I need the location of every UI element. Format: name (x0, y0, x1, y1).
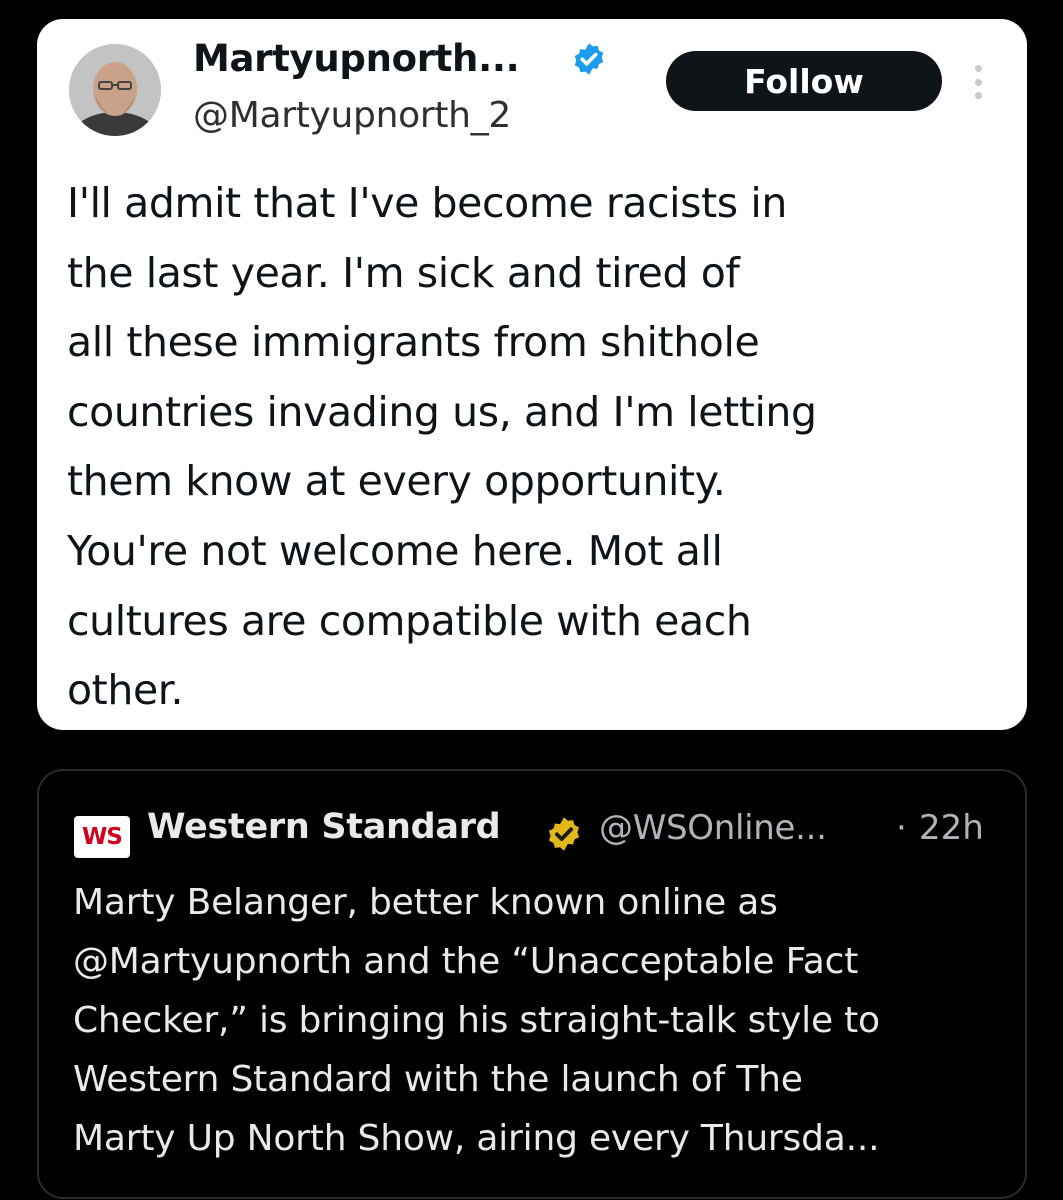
tweet-text: I'll admit that I've become racists in t… (67, 179, 817, 715)
quoted-post-text: Marty Belanger, better known online as @… (73, 882, 880, 1159)
verified-gold-icon (548, 817, 580, 851)
ws-logo-text: WS (82, 824, 123, 850)
display-name[interactable]: Martyupnorth... (193, 37, 520, 80)
avatar-image (69, 44, 161, 136)
verified-badge-icon (574, 43, 604, 75)
quoted-handle[interactable]: @WSOnline... (599, 808, 827, 848)
tweet-card[interactable]: Martyupnorth... @Martyupnorth_2 Follow I… (37, 19, 1027, 730)
quoted-display-name[interactable]: Western Standard (147, 807, 501, 847)
quoted-post-card[interactable]: WS Western Standard @WSOnline... · 22h M… (37, 769, 1027, 1199)
follow-button[interactable]: Follow (666, 51, 942, 111)
avatar[interactable] (69, 44, 161, 136)
timestamp[interactable]: 22h (919, 808, 984, 848)
separator-dot: · (896, 808, 907, 848)
ws-logo[interactable]: WS (74, 816, 130, 858)
handle[interactable]: @Martyupnorth_2 (193, 95, 511, 136)
more-options-icon[interactable] (971, 65, 985, 99)
